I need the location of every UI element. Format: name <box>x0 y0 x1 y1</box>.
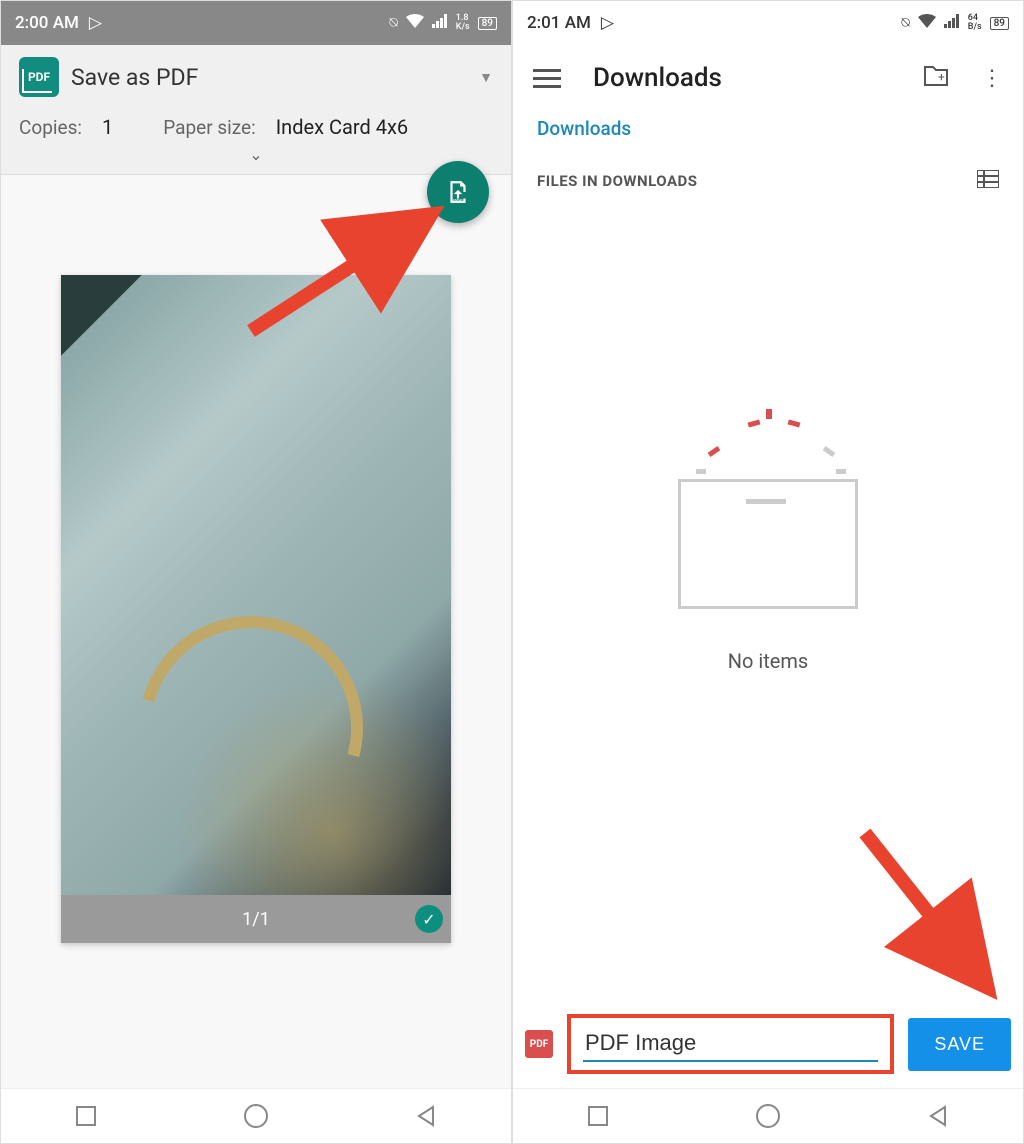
preview-footer: 1/1 ✓ <box>61 895 451 943</box>
new-folder-icon[interactable]: + <box>923 65 949 91</box>
page-counter: 1/1 <box>242 909 270 930</box>
appbar-title: Downloads <box>593 63 891 93</box>
play-store-icon: ▷ <box>89 13 102 33</box>
dnd-icon: ⍉ <box>901 15 909 31</box>
printer-selector[interactable]: PDF Save as PDF ▼ <box>19 57 493 97</box>
nav-back-button[interactable] <box>411 1101 441 1131</box>
empty-text: No items <box>728 649 809 673</box>
signal-icon <box>944 14 960 32</box>
network-speed: 1.8K/s <box>456 14 470 32</box>
battery-icon: 89 <box>990 17 1009 30</box>
save-row: PDF SAVE <box>513 1000 1023 1088</box>
copies-label: Copies: <box>19 116 82 139</box>
status-bar: 2:01 AM ▷ ⍉ 64B/s 89 <box>513 1 1023 45</box>
empty-box-icon <box>678 409 858 609</box>
wifi-icon <box>918 14 936 32</box>
expand-options[interactable]: ⌄ <box>19 139 493 170</box>
copies-value[interactable]: 1 <box>102 115 113 139</box>
nav-recent-button[interactable] <box>583 1101 613 1131</box>
phone-print-screen: 2:00 AM ▷ ⍉ 1.8K/s 89 PDF Save as PDF ▼ … <box>0 0 512 1144</box>
pdf-file-icon: PDF <box>525 1030 553 1058</box>
nav-recent-button[interactable] <box>71 1101 101 1131</box>
wifi-icon <box>406 14 424 32</box>
section-header: FILES IN DOWNLOADS <box>537 172 698 190</box>
battery-icon: 89 <box>478 17 497 30</box>
page-selected-check-icon[interactable]: ✓ <box>415 905 443 933</box>
pdf-icon: PDF <box>19 57 59 97</box>
papersize-value[interactable]: Index Card 4x6 <box>276 115 408 139</box>
system-nav-bar <box>513 1088 1023 1143</box>
filename-highlight <box>567 1014 894 1074</box>
print-options-panel: PDF Save as PDF ▼ Copies: 1 Paper size: … <box>1 45 511 175</box>
save-button[interactable]: SAVE <box>908 1018 1011 1071</box>
svg-text:PDF: PDF <box>453 199 463 205</box>
annotation-arrow <box>845 823 1005 1003</box>
signal-icon <box>432 14 448 32</box>
system-nav-bar <box>1 1088 511 1143</box>
network-speed: 64B/s <box>968 14 982 32</box>
nav-back-button[interactable] <box>923 1101 953 1131</box>
svg-text:+: + <box>938 70 945 84</box>
status-time: 2:01 AM <box>527 13 591 33</box>
menu-icon[interactable] <box>533 69 561 88</box>
play-store-icon: ▷ <box>601 13 614 33</box>
chevron-down-icon: ⌄ <box>249 145 262 164</box>
status-icons: ⍉ 1.8K/s 89 <box>389 14 497 32</box>
phone-save-screen: 2:01 AM ▷ ⍉ 64B/s 89 Downloads + ⋮ Downl… <box>512 0 1024 1144</box>
status-icons: ⍉ 64B/s 89 <box>901 14 1009 32</box>
status-time: 2:00 AM <box>15 13 79 33</box>
preview-image <box>61 275 451 895</box>
appbar: Downloads + ⋮ <box>513 45 1023 117</box>
more-icon[interactable]: ⋮ <box>981 66 1003 91</box>
papersize-label: Paper size: <box>163 116 256 139</box>
page-preview[interactable]: 1/1 ✓ <box>61 275 451 943</box>
filename-input[interactable] <box>583 1026 878 1062</box>
view-list-icon[interactable] <box>977 170 999 192</box>
nav-home-button[interactable] <box>241 1101 271 1131</box>
status-bar: 2:00 AM ▷ ⍉ 1.8K/s 89 <box>1 1 511 45</box>
dnd-icon: ⍉ <box>389 15 397 31</box>
printer-name: Save as PDF <box>71 64 467 91</box>
nav-home-button[interactable] <box>753 1101 783 1131</box>
breadcrumb[interactable]: Downloads <box>513 117 1023 160</box>
dropdown-caret-icon: ▼ <box>479 69 493 86</box>
annotation-arrow <box>241 191 451 341</box>
